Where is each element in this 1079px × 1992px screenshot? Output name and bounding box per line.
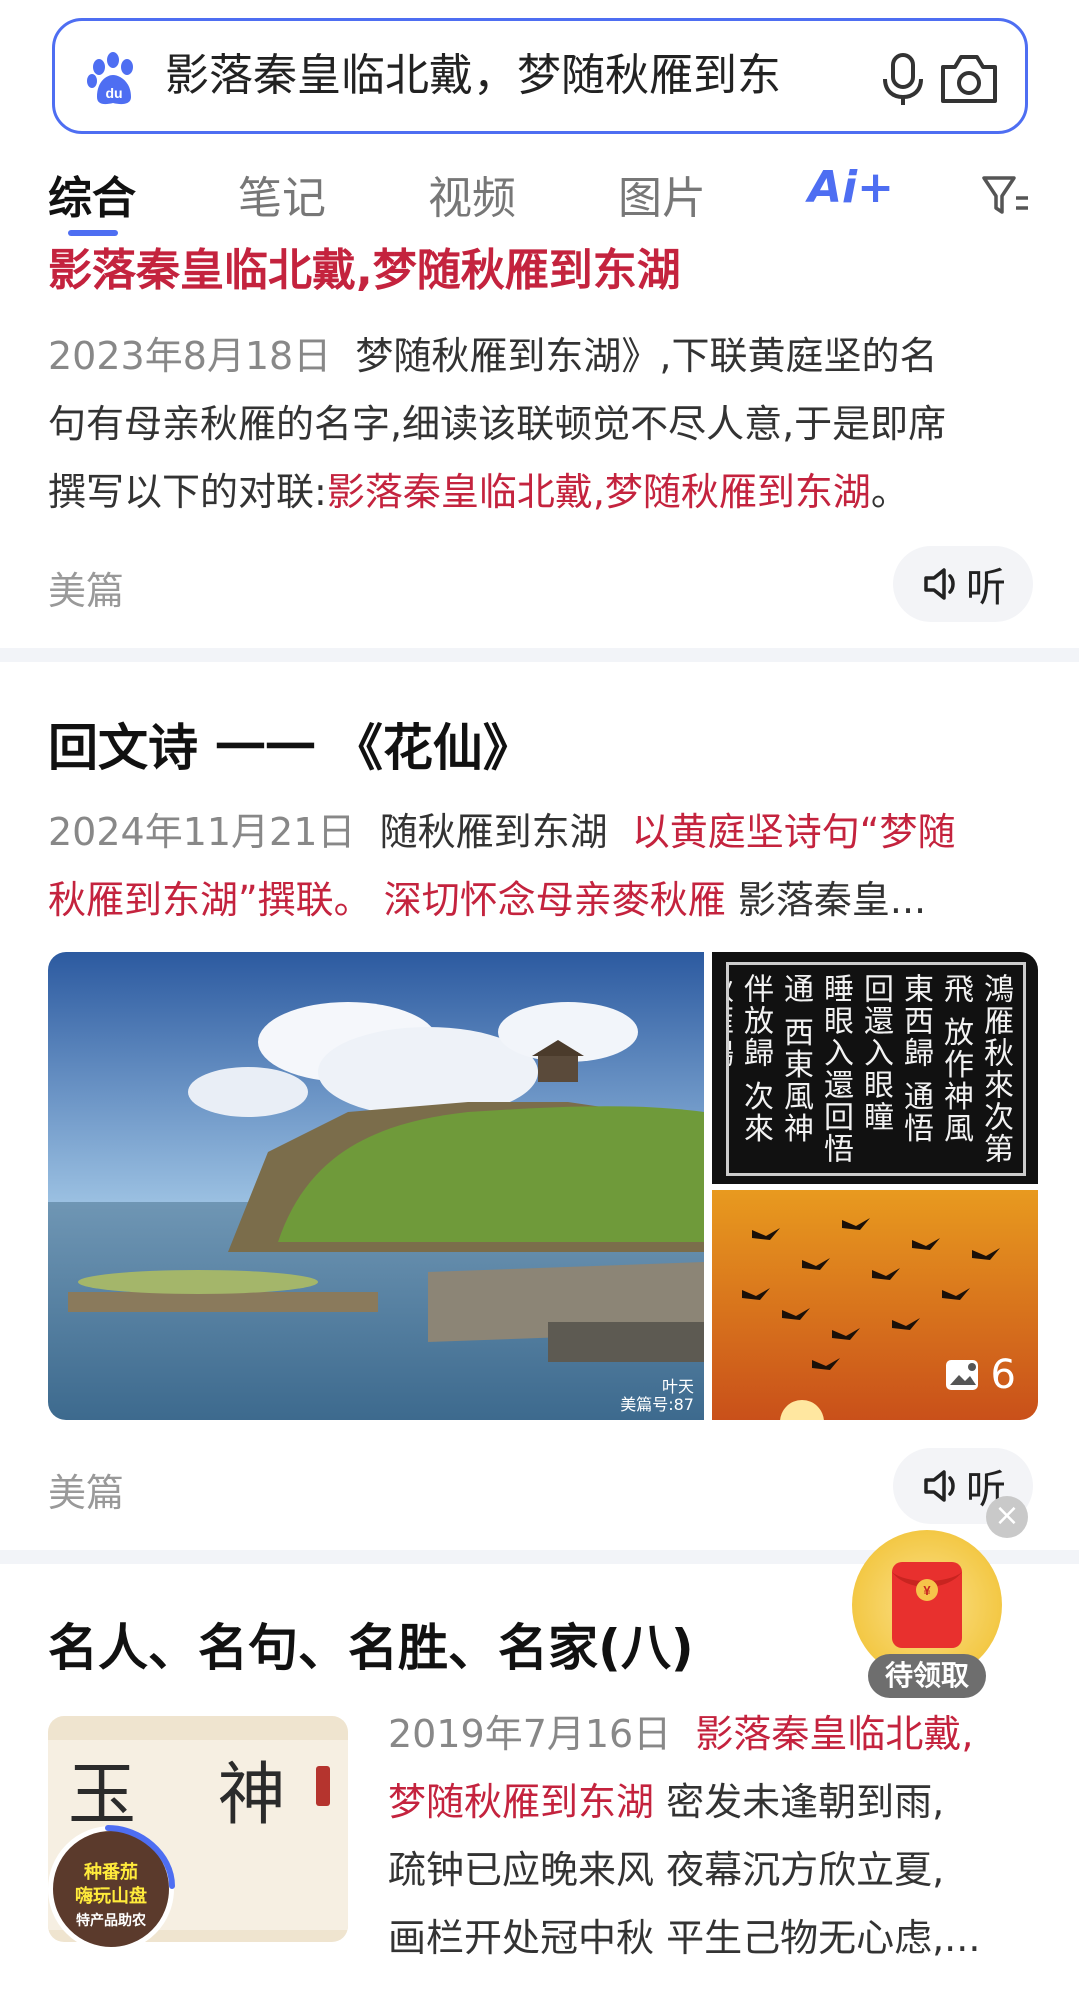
image-count-badge: 6: [943, 1352, 1016, 1398]
result2-line2: 秋雁到东湖”撰联。 深切怀念母亲麥秋雁 影落秦皇...: [48, 866, 1038, 934]
result1-listen-button[interactable]: 听: [893, 546, 1033, 622]
watermark-line2: 美篇号:87: [620, 1395, 694, 1414]
tab-images[interactable]: 图片: [618, 162, 706, 226]
result1-source[interactable]: 美篇: [48, 560, 124, 615]
result3-line4: 画栏开处冠中秋 平生己物无心虑,...: [388, 1916, 981, 1960]
result2-line1: 2024年11月21日 随秋雁到东湖 以黄庭坚诗句“梦随: [48, 798, 1038, 866]
filter-icon[interactable]: [980, 170, 1030, 220]
speaker-icon: [924, 1470, 955, 1502]
result2-highlight1: 以黄庭坚诗句“梦随: [631, 810, 956, 854]
tab-ai[interactable]: Ai+: [808, 162, 894, 213]
result1-snippet-highlight: 影落秦皇临北戴,梦随秋雁到东湖: [326, 470, 871, 514]
result1-snippet-end: 。: [870, 470, 909, 514]
result2-date: 2024年11月21日: [48, 810, 356, 854]
result2-source[interactable]: 美篇: [48, 1462, 124, 1517]
result2-snippet: 2024年11月21日 随秋雁到东湖 以黄庭坚诗句“梦随 秋雁到东湖”撰联。 深…: [48, 798, 1038, 934]
gallery-icon: [945, 1360, 978, 1390]
search-tabs: 综合 笔记 视频 图片 Ai+: [0, 150, 1079, 240]
result3-highlight2: 梦随秋雁到东湖: [388, 1780, 655, 1824]
red-packet-close-button[interactable]: ×: [986, 1496, 1028, 1538]
result1-snippet-c: 撰写以下的对联:: [48, 470, 327, 514]
speaker-icon: [924, 568, 955, 600]
result2-main-image[interactable]: 叶天 美篇号:87: [48, 952, 704, 1420]
result1-date: 2023年8月18日: [48, 334, 332, 378]
result2-snippet-b: 影落秦皇...: [737, 878, 927, 922]
microphone-icon[interactable]: [875, 49, 931, 109]
result1-line2: 句有母亲秋雁的名字,细读该联顿觉不尽人意,于是即席: [48, 402, 947, 446]
svg-text:du: du: [105, 85, 122, 101]
svg-text:¥: ¥: [923, 1583, 931, 1598]
camera-icon[interactable]: [935, 49, 1003, 109]
result3-text-a: 密发未逢朝到雨,: [666, 1780, 945, 1824]
tab-videos[interactable]: 视频: [428, 162, 516, 226]
search-input[interactable]: 影落秦皇临北戴，梦随秋雁到东: [165, 21, 825, 131]
result1-line1: 2023年8月18日 梦随秋雁到东湖》,下联黄庭坚的名: [48, 322, 1038, 390]
result2-title[interactable]: 回文诗 一一 《花仙》: [48, 708, 533, 780]
red-packet-label[interactable]: 待领取: [868, 1654, 986, 1698]
result3-snippet: 2019年7月16日 影落秦皇临北戴, 梦随秋雁到东湖 密发未逢朝到雨, 疏钟已…: [388, 1700, 1048, 1972]
tab-all[interactable]: 综合: [48, 162, 136, 226]
tab-notes[interactable]: 笔记: [238, 162, 326, 226]
result1-listen-label: 听: [966, 565, 1006, 611]
card-divider: [0, 648, 1079, 662]
calligraphy-text: 鴻雁秋來次第飛 放作神風東西歸 通悟回還入眼瞳 睡眼入還回悟通 西東風神伴放歸 …: [726, 962, 1026, 1176]
result3-line1: 2019年7月16日 影落秦皇临北戴,: [388, 1700, 1048, 1768]
result2-calligraphy-image[interactable]: 鴻雁秋來次第飛 放作神風東西歸 通悟回還入眼瞳 睡眼入還回悟通 西東風神伴放歸 …: [712, 952, 1038, 1184]
landscape-image: [48, 952, 704, 1420]
result3-line3: 疏钟已应晚来风 夜幕沉方欣立夏,: [388, 1848, 945, 1892]
result1-line3: 撰写以下的对联:影落秦皇临北戴,梦随秋雁到东湖。: [48, 458, 1038, 526]
result3-date: 2019年7月16日: [388, 1712, 672, 1756]
result2-highlight2: 秋雁到东湖”撰联。 深切怀念母亲麥秋雁: [48, 878, 726, 922]
result1-title[interactable]: 影落秦皇临北戴,梦随秋雁到东湖: [48, 234, 681, 298]
image-count: 6: [990, 1352, 1016, 1398]
watermark-line1: 叶天: [661, 1377, 694, 1396]
result2-sunset-image[interactable]: 6: [712, 1190, 1038, 1420]
result3-line2: 梦随秋雁到东湖 密发未逢朝到雨,: [388, 1768, 1048, 1836]
result1-snippet: 2023年8月18日 梦随秋雁到东湖》,下联黄庭坚的名 句有母亲秋雁的名字,细读…: [48, 322, 1038, 526]
image-watermark: 叶天 美篇号:87: [620, 1378, 694, 1414]
baidu-paw-icon: du: [87, 52, 133, 105]
seal-stamp: [316, 1766, 330, 1806]
avatar-progress-ring: [105, 1825, 175, 1889]
result1-snippet-a: 梦随秋雁到东湖》,下联黄庭坚的名: [355, 334, 938, 378]
result3-highlight1: 影落秦皇临北戴,: [695, 1712, 974, 1756]
search-fade: [795, 31, 855, 121]
result3-title[interactable]: 名人、名句、名胜、名家(八): [48, 1608, 694, 1680]
result2-snippet-a: 随秋雁到东湖: [379, 810, 608, 854]
search-bar[interactable]: du 影落秦皇临北戴，梦随秋雁到东: [52, 18, 1028, 134]
